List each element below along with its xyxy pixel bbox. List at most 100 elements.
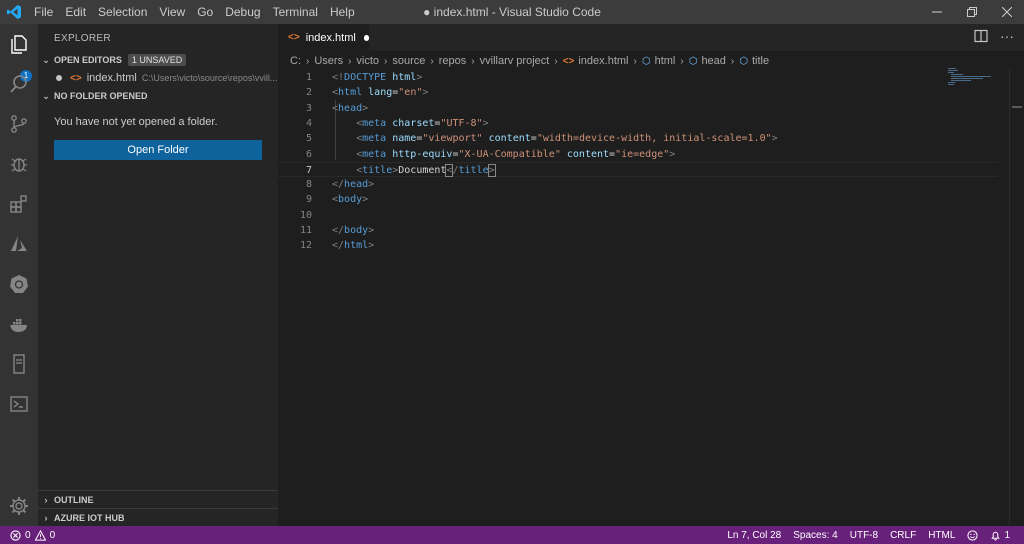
code-line[interactable]: 9 <body> <box>278 192 998 207</box>
azure-iot-hub-header[interactable]: › AZURE IOT HUB <box>38 508 278 527</box>
close-button[interactable] <box>989 0 1024 24</box>
menu-help[interactable]: Help <box>324 0 361 24</box>
code-line[interactable]: 5 <meta name="viewport" content="width=d… <box>278 131 998 146</box>
code-token: html <box>344 240 369 252</box>
code-line[interactable]: 11 </body> <box>278 223 998 238</box>
code-token: > <box>368 179 375 191</box>
code-token: > <box>368 225 375 236</box>
minimize-button[interactable] <box>919 0 954 24</box>
chevron-down-icon: ⌄ <box>42 54 50 65</box>
menu-file[interactable]: File <box>28 0 59 24</box>
menu-go[interactable]: Go <box>191 0 219 24</box>
open-folder-button[interactable]: Open Folder <box>54 140 262 160</box>
code-token: DOCTYPE <box>344 72 387 83</box>
cursor-marker <box>1012 106 1022 108</box>
breadcrumb-item[interactable]: source <box>392 55 425 67</box>
indentation[interactable]: Spaces: 4 <box>787 530 843 541</box>
code-line[interactable]: 2 <html lang="en"> <box>278 85 998 100</box>
code-line[interactable]: 7 <title>Document</title> <box>278 161 998 177</box>
line-number: 12 <box>299 240 312 252</box>
code-text: </head> <box>332 177 374 192</box>
explorer-icon[interactable] <box>7 32 31 56</box>
line-number: 11 <box>299 225 312 236</box>
kubernetes-icon[interactable] <box>7 272 31 296</box>
code-line[interactable]: 1 <!DOCTYPE html> <box>278 70 998 85</box>
azure-icon[interactable] <box>7 232 31 256</box>
breadcrumb-item[interactable]: Users <box>314 55 343 67</box>
code-token: html <box>392 72 417 83</box>
end-of-line[interactable]: CRLF <box>884 530 922 541</box>
code-token: title <box>362 164 393 176</box>
more-actions-icon[interactable]: ··· <box>1000 29 1014 43</box>
code-token: > <box>362 194 369 206</box>
bell-icon <box>991 531 1001 541</box>
docker-icon[interactable] <box>7 312 31 336</box>
feedback-button[interactable] <box>961 529 984 541</box>
editor-actions: ··· <box>974 29 1014 43</box>
remote-explorer-icon[interactable] <box>7 352 31 376</box>
open-editor-item[interactable]: <> index.html C:\Users\victo\source\repo… <box>38 69 278 87</box>
menu-view[interactable]: View <box>153 0 191 24</box>
symbol-element-icon: ⬡ <box>641 55 651 67</box>
code-token: lang <box>368 87 393 99</box>
menu-terminal[interactable]: Terminal <box>267 0 324 24</box>
breadcrumb-item[interactable]: html <box>655 55 676 67</box>
vertical-scrollbar[interactable] <box>1009 68 1024 526</box>
breadcrumb-item[interactable]: title <box>752 55 769 67</box>
restore-button[interactable] <box>954 0 989 24</box>
menu-debug[interactable]: Debug <box>219 0 266 24</box>
open-editors-header[interactable]: ⌄ OPEN EDITORS 1 UNSAVED <box>38 51 278 69</box>
code-line[interactable]: 4 <meta charset="UTF-8"> <box>278 116 998 131</box>
unsaved-dot-icon[interactable] <box>56 75 62 81</box>
code-line[interactable]: 10 <box>278 208 998 223</box>
menu-selection[interactable]: Selection <box>92 0 153 24</box>
encoding[interactable]: UTF-8 <box>844 530 884 541</box>
tab-unsaved-dot-icon[interactable] <box>363 34 369 41</box>
language-mode[interactable]: HTML <box>922 530 961 541</box>
powershell-icon[interactable] <box>7 392 31 416</box>
smiley-icon <box>967 529 979 541</box>
extensions-icon[interactable] <box>7 192 31 216</box>
code-token: charset <box>392 117 435 129</box>
tab-index-html[interactable]: <> index.html <box>278 24 369 51</box>
search-icon[interactable] <box>7 72 31 96</box>
breadcrumb-item[interactable]: victo <box>356 55 379 67</box>
explorer-sidebar: EXPLORER ⌄ OPEN EDITORS 1 UNSAVED <> ind… <box>38 24 278 526</box>
code-token: http-equiv <box>392 148 453 160</box>
code-line[interactable]: 8 </head> <box>278 177 998 192</box>
outline-header[interactable]: › OUTLINE <box>38 490 278 509</box>
cursor-position[interactable]: Ln 7, Col 28 <box>721 530 787 541</box>
code-text: <meta http-equiv="X-UA-Compatible" conte… <box>332 147 675 162</box>
breadcrumb-item[interactable]: vvillarv project <box>480 55 550 67</box>
breadcrumb-item[interactable]: index.html <box>578 55 628 67</box>
breadcrumb-item[interactable]: head <box>701 55 725 67</box>
code-token: meta <box>362 133 387 145</box>
code-token: content <box>566 148 610 160</box>
breadcrumb-separator-icon: › <box>680 55 684 67</box>
breadcrumb-item[interactable]: repos <box>439 55 467 67</box>
outline-label: OUTLINE <box>54 495 94 505</box>
split-editor-icon[interactable] <box>974 29 988 43</box>
problems-indicator[interactable]: 0 0 <box>10 526 55 544</box>
code-token: > <box>368 240 375 252</box>
notifications-button[interactable]: 1 <box>984 530 1016 541</box>
settings-gear-icon[interactable] <box>7 494 31 518</box>
no-folder-header[interactable]: ⌄ NO FOLDER OPENED <box>38 87 278 105</box>
html-file-icon: <> <box>288 32 300 43</box>
code-text: <!DOCTYPE html> <box>332 70 422 85</box>
code-line[interactable]: 6 <meta http-equiv="X-UA-Compatible" con… <box>278 147 998 162</box>
debug-icon[interactable] <box>7 152 31 176</box>
menu-edit[interactable]: Edit <box>59 0 92 24</box>
code-token: "UTF-8" <box>440 117 483 129</box>
breadcrumb-item[interactable]: C: <box>290 55 301 67</box>
code-line[interactable]: 3 <head> <box>278 101 998 116</box>
no-folder-label: NO FOLDER OPENED <box>54 91 148 101</box>
source-control-icon[interactable] <box>7 112 31 136</box>
minimap[interactable] <box>948 68 1008 88</box>
code-line[interactable]: 12 </html> <box>278 238 998 253</box>
code-token: title <box>458 164 489 176</box>
code-token: content <box>488 133 531 145</box>
menu-bar: File Edit Selection View Go Debug Termin… <box>28 0 361 24</box>
html-file-icon: <> <box>70 72 82 84</box>
code-token: </ <box>332 240 345 252</box>
